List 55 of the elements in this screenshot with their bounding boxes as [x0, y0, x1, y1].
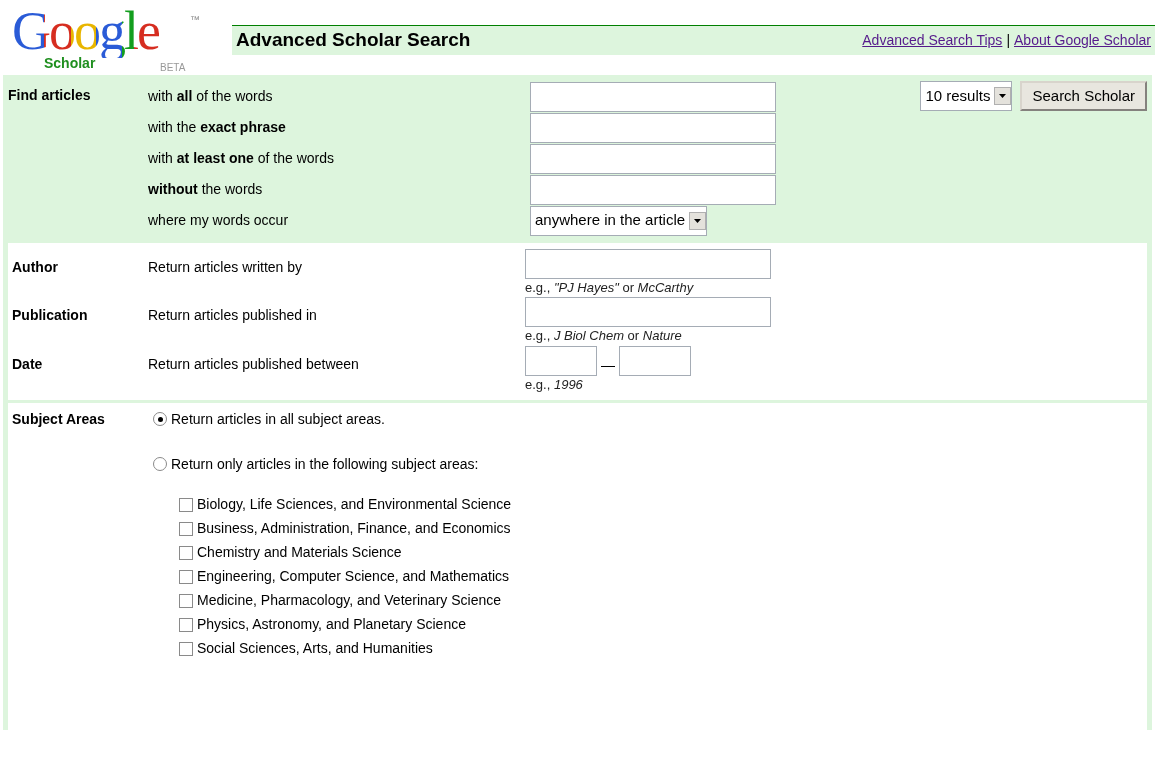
checkbox-label: Physics, Astronomy, and Planetary Science — [197, 615, 466, 635]
occurrence-dropdown[interactable]: anywhere in the article — [530, 205, 708, 236]
header-link[interactable]: Advanced Search Tips — [862, 30, 1003, 51]
text-field[interactable] — [530, 174, 776, 205]
checkbox[interactable] — [179, 545, 193, 560]
year-field[interactable] — [525, 345, 597, 376]
checkbox-label: Social Sciences, Arts, and Humanities — [197, 639, 433, 659]
checkbox[interactable] — [179, 521, 193, 536]
text-field[interactable] — [525, 297, 771, 328]
search-button[interactable]: Search Scholar — [1020, 81, 1147, 111]
radio-label: Return only articles in the following subject areas: — [171, 454, 479, 474]
section-label: Find articles — [8, 86, 92, 105]
checkbox-label: Business, Administration, Finance, and Economics — [197, 519, 511, 539]
field-label: with the exact phrase — [148, 119, 286, 135]
range-dash: — — [601, 355, 615, 375]
field-label: Return articles written by — [148, 259, 303, 275]
checkbox[interactable] — [179, 497, 193, 512]
results-dropdown[interactable]: 10 results — [920, 81, 1013, 111]
checkbox-label: Chemistry and Materials Science — [197, 543, 402, 563]
checkbox[interactable] — [179, 593, 193, 608]
field-label: without the words — [148, 181, 263, 197]
field-label: where my words occur — [148, 212, 289, 228]
section-label: Publication — [11, 306, 89, 326]
radio-label: Return articles in all subject areas. — [171, 409, 385, 429]
example-text: e.g., "PJ Hayes" or McCarthy — [525, 279, 695, 297]
example-text: e.g., J Biol Chem or Nature — [525, 327, 683, 346]
field-label: with at least one of the words — [148, 150, 334, 166]
checkbox-label: Biology, Life Sciences, and Environmental Science — [197, 495, 512, 515]
header-link[interactable]: About Google Scholar — [1014, 30, 1151, 51]
section-label: Author — [11, 258, 59, 277]
checkbox[interactable] — [179, 569, 193, 584]
trademark-mark: ™ — [190, 13, 200, 27]
field-label: Return articles published in — [148, 307, 317, 324]
checkbox[interactable] — [179, 641, 193, 656]
checkbox-label: Medicine, Pharmacology, and Veterinary Science — [197, 591, 501, 611]
section-label: Subject Areas — [11, 409, 106, 429]
page-title: Advanced Scholar Search — [235, 28, 471, 53]
checkbox-label: Engineering, Computer Science, and Mathematics — [197, 567, 510, 587]
checkbox[interactable] — [179, 617, 193, 632]
beta-label: BETA — [160, 61, 186, 75]
field-label: with all of the words — [148, 88, 273, 104]
caret-icon — [994, 87, 1012, 105]
text-field[interactable] — [530, 81, 776, 112]
year-field[interactable] — [619, 345, 691, 376]
logo-subtitle: Scholar — [44, 56, 96, 70]
radio-button[interactable] — [153, 412, 167, 427]
link-separator: | — [1006, 31, 1010, 50]
example-text: e.g., 1996 — [525, 375, 584, 394]
radio-button[interactable] — [153, 457, 167, 472]
text-field[interactable] — [525, 249, 771, 279]
text-field[interactable] — [530, 112, 776, 143]
text-field[interactable] — [530, 143, 776, 174]
section-label: Date — [11, 354, 44, 374]
field-label: Return articles published between — [148, 355, 359, 372]
caret-icon — [689, 211, 707, 230]
